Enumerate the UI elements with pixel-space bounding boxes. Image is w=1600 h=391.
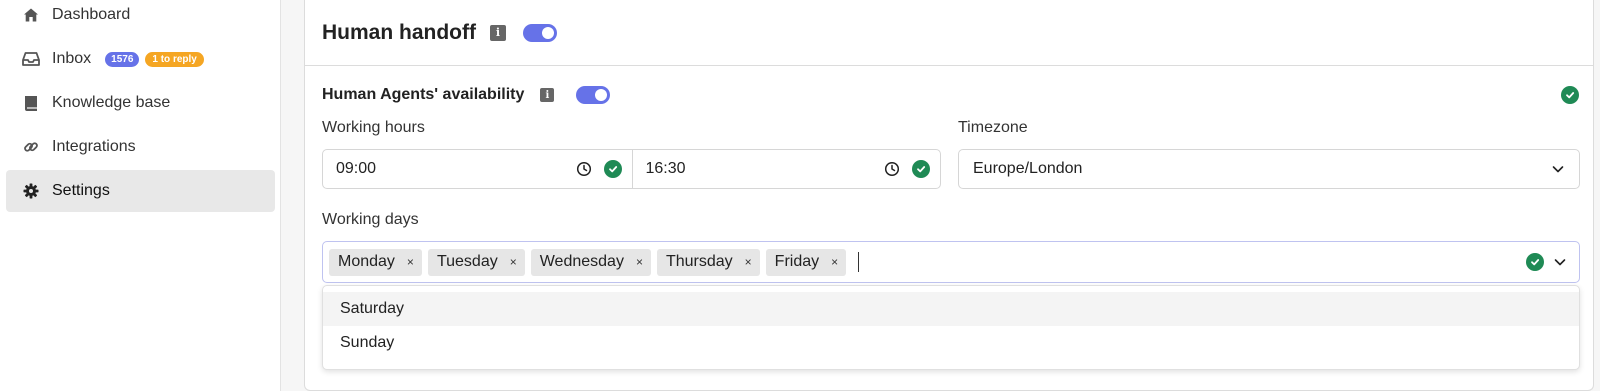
valid-check-icon: [603, 160, 622, 178]
working-days-multiselect[interactable]: Monday × Tuesday × Wednesday × Thursday …: [322, 241, 1580, 283]
info-icon[interactable]: i: [489, 24, 506, 41]
availability-toggle[interactable]: [576, 86, 611, 104]
day-chip-friday: Friday ×: [765, 248, 847, 276]
chevron-down-icon[interactable]: [1553, 255, 1567, 269]
link-icon: [22, 138, 40, 156]
sidebar-item-label: Settings: [52, 182, 110, 199]
card-header: Human handoff i: [305, 0, 1593, 66]
sidebar-item-settings[interactable]: Settings: [6, 170, 275, 212]
page-title: Human handoff: [322, 20, 476, 44]
working-hours-label: Working hours: [322, 119, 425, 136]
book-icon: [22, 94, 40, 112]
inbox-icon: [22, 50, 40, 68]
end-time-value: 16:30: [645, 160, 686, 177]
clock-icon[interactable]: [576, 161, 592, 177]
timezone-label: Timezone: [958, 119, 1028, 136]
sidebar-item-label: Knowledge base: [52, 94, 171, 111]
sidebar-item-label: Dashboard: [52, 6, 131, 23]
remove-icon[interactable]: ×: [407, 255, 414, 269]
end-time-input[interactable]: 16:30: [631, 150, 941, 188]
human-handoff-card: Human handoff i Human Agents' availabili…: [304, 0, 1594, 391]
working-hours-range: 09:00 16:30: [322, 149, 941, 189]
remove-icon[interactable]: ×: [745, 255, 752, 269]
multiselect-indicators: [1526, 253, 1567, 271]
day-chip-monday: Monday ×: [329, 248, 422, 276]
chevron-down-icon: [1551, 162, 1565, 176]
sidebar: Dashboard Inbox 1576 1 to reply Knowledg…: [0, 0, 281, 391]
sidebar-item-inbox[interactable]: Inbox 1576 1 to reply: [6, 38, 275, 80]
day-chip-tuesday: Tuesday ×: [427, 248, 525, 276]
unread-count-badge: 1576: [105, 51, 140, 67]
day-chip-wednesday: Wednesday ×: [530, 248, 651, 276]
chip-label: Wednesday: [539, 253, 624, 270]
option-saturday[interactable]: Saturday: [323, 292, 1579, 326]
start-time-value: 09:00: [336, 160, 377, 177]
valid-check-icon: [912, 160, 930, 178]
sidebar-item-label: Inbox: [52, 50, 92, 67]
gear-icon: [22, 182, 40, 200]
timezone-value: Europe/London: [973, 160, 1083, 177]
chip-label: Tuesday: [436, 253, 498, 270]
chip-label: Friday: [774, 253, 820, 270]
sidebar-item-integrations[interactable]: Integrations: [6, 126, 275, 168]
home-icon: [22, 6, 40, 24]
sidebar-item-knowledge-base[interactable]: Knowledge base: [6, 82, 275, 124]
info-icon[interactable]: i: [540, 88, 555, 102]
to-reply-badge: 1 to reply: [145, 51, 204, 67]
valid-check-icon: [1526, 253, 1544, 271]
section-title: Human Agents' availability: [322, 86, 525, 103]
handoff-toggle[interactable]: [522, 23, 557, 42]
timezone-select[interactable]: Europe/London: [958, 149, 1580, 189]
sidebar-item-dashboard[interactable]: Dashboard: [6, 0, 275, 36]
toggle-knob: [595, 89, 608, 101]
text-cursor: [858, 252, 860, 272]
start-time-input[interactable]: 09:00: [323, 150, 632, 188]
availability-header: Human Agents' availability i: [322, 84, 611, 106]
clock-icon[interactable]: [884, 161, 900, 177]
remove-icon[interactable]: ×: [510, 255, 517, 269]
sidebar-item-label: Integrations: [52, 138, 136, 155]
option-sunday[interactable]: Sunday: [323, 326, 1579, 360]
valid-check-icon: [1561, 86, 1579, 104]
chip-label: Monday: [338, 253, 395, 270]
working-days-dropdown: Saturday Sunday: [322, 285, 1580, 370]
working-days-label: Working days: [322, 211, 419, 228]
remove-icon[interactable]: ×: [831, 255, 838, 269]
toggle-knob: [541, 26, 554, 39]
chip-label: Thursday: [665, 253, 733, 270]
remove-icon[interactable]: ×: [636, 255, 643, 269]
day-chip-thursday: Thursday ×: [656, 248, 760, 276]
